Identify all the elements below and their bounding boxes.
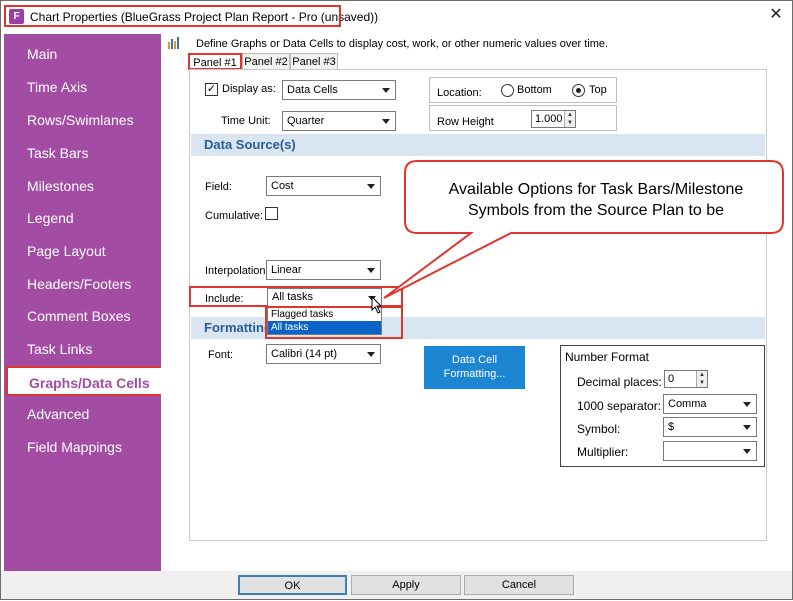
font-select[interactable]: Calibri (14 pt): [266, 344, 381, 364]
cancel-button[interactable]: Cancel: [464, 575, 574, 595]
separator-value: Comma: [668, 398, 707, 410]
chevron-down-icon: [382, 119, 390, 124]
interpolation-label: Interpolation:: [205, 265, 269, 277]
close-icon[interactable]: ✕: [766, 5, 786, 25]
time-unit-value: Quarter: [287, 115, 325, 127]
separator-label: 1000 separator:: [577, 399, 662, 413]
tab-panel-3[interactable]: Panel #3: [290, 53, 338, 70]
location-label: Location:: [437, 87, 482, 99]
display-as-checkbox[interactable]: ✓: [205, 83, 218, 96]
sidebar-item-milestones[interactable]: Milestones: [4, 171, 161, 201]
chevron-down-icon: [743, 402, 751, 407]
decimal-places-label: Decimal places:: [577, 375, 662, 389]
sidebar-item-headers-footers[interactable]: Headers/Footers: [4, 269, 161, 299]
symbol-value: $: [668, 421, 675, 433]
chevron-down-icon: [382, 88, 390, 93]
ok-button[interactable]: OK: [238, 575, 347, 595]
row-height-value: 1.000: [535, 113, 563, 125]
separator-select[interactable]: Comma: [663, 394, 757, 414]
data-source-heading: Data Source(s): [191, 134, 765, 156]
multiplier-label: Multiplier:: [577, 445, 629, 459]
field-label: Field:: [205, 181, 232, 193]
field-select[interactable]: Cost: [266, 176, 381, 196]
sidebar-item-task-bars[interactable]: Task Bars: [4, 138, 161, 168]
font-label: Font:: [208, 349, 234, 361]
location-top-label: Top: [589, 84, 607, 96]
title-highlight-box: [4, 5, 341, 27]
chevron-down-icon: [743, 425, 751, 430]
display-as-value: Data Cells: [287, 84, 338, 96]
tab-panel-2[interactable]: Panel #2: [242, 53, 290, 70]
title-bar: F Chart Properties (BlueGrass Project Pl…: [1, 1, 792, 31]
include-select[interactable]: All tasks: [267, 288, 382, 307]
sidebar-item-main[interactable]: Main: [4, 39, 161, 69]
sidebar: Main Time Axis Rows/Swimlanes Task Bars …: [4, 34, 166, 571]
font-value: Calibri (14 pt): [271, 348, 338, 360]
number-format-title: Number Format: [565, 350, 650, 364]
sidebar-item-advanced[interactable]: Advanced: [4, 399, 161, 429]
interpolation-select[interactable]: Linear: [266, 260, 381, 280]
interpolation-value: Linear: [271, 264, 302, 276]
symbol-select[interactable]: $: [663, 417, 757, 437]
apply-button[interactable]: Apply: [351, 575, 461, 595]
symbol-label: Symbol:: [577, 422, 621, 436]
sidebar-item-rows-swimlanes[interactable]: Rows/Swimlanes: [4, 105, 161, 135]
location-bottom-label: Bottom: [517, 84, 552, 96]
chevron-down-icon: [367, 352, 375, 357]
chart-icon: [168, 37, 179, 49]
dialog-window: F Chart Properties (BlueGrass Project Pl…: [0, 0, 793, 600]
sidebar-item-task-links[interactable]: Task Links: [4, 334, 161, 364]
row-height-label: Row Height: [437, 116, 494, 128]
spinner-arrows-icon[interactable]: ▲ ▼: [696, 371, 707, 387]
include-value: All tasks: [272, 291, 313, 303]
row-height-spinner[interactable]: 1.000 ▲ ▼: [531, 110, 576, 128]
location-bottom-radio[interactable]: [501, 84, 514, 97]
sidebar-item-page-layout[interactable]: Page Layout: [4, 236, 161, 266]
callout-line-1: Available Options for Task Bars/Mileston…: [448, 181, 744, 198]
sidebar-item-field-mappings[interactable]: Field Mappings: [4, 432, 161, 462]
spinner-arrows-icon[interactable]: ▲ ▼: [564, 111, 575, 127]
description-text: Define Graphs or Data Cells to display c…: [196, 38, 609, 50]
sidebar-item-comment-boxes[interactable]: Comment Boxes: [4, 301, 161, 331]
field-value: Cost: [271, 180, 294, 192]
time-unit-label: Time Unit:: [221, 115, 271, 127]
display-as-label: Display as:: [222, 83, 276, 95]
callout-line-2: Symbols from the Source Plan to be: [467, 202, 725, 219]
time-unit-select[interactable]: Quarter: [282, 111, 396, 131]
display-as-select[interactable]: Data Cells: [282, 80, 396, 100]
decimal-places-spinner[interactable]: 0 ▲ ▼: [664, 370, 708, 388]
tab-panel-1[interactable]: Panel #1: [188, 53, 242, 70]
include-label: Include:: [205, 293, 244, 305]
callout-text: Available Options for Task Bars/Mileston…: [421, 179, 771, 221]
chevron-down-icon: [367, 184, 375, 189]
location-top-radio[interactable]: [572, 84, 585, 97]
sidebar-item-legend[interactable]: Legend: [4, 203, 161, 233]
multiplier-select[interactable]: [663, 441, 757, 461]
mouse-cursor-icon: [371, 296, 383, 314]
chevron-down-icon: [743, 449, 751, 454]
cumulative-checkbox[interactable]: [265, 207, 278, 220]
cumulative-label: Cumulative:: [205, 210, 264, 222]
decimal-places-value: 0: [668, 373, 675, 385]
data-cell-formatting-button[interactable]: Data Cell Formatting...: [424, 346, 525, 389]
chevron-down-icon: [367, 268, 375, 273]
sidebar-item-time-axis[interactable]: Time Axis: [4, 72, 161, 102]
sidebar-item-graphs-data-cells[interactable]: Graphs/Data Cells: [6, 366, 166, 396]
